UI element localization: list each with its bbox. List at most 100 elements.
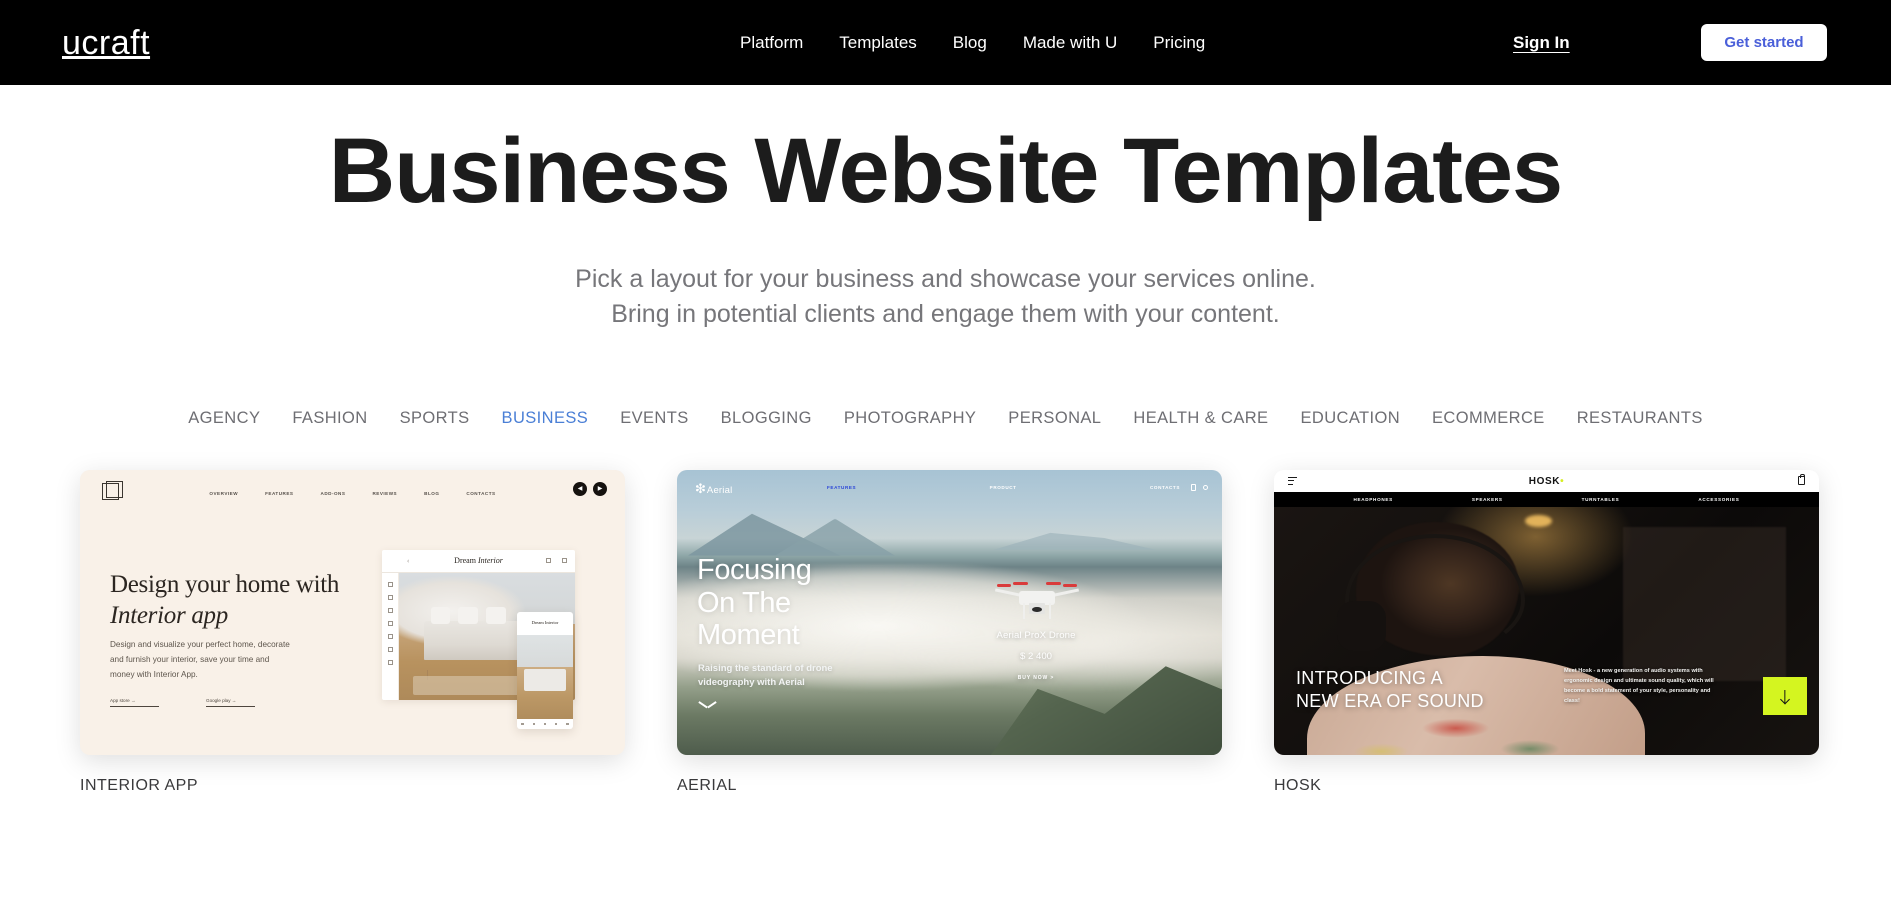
preview-headline-line-1: Design your home with bbox=[110, 571, 340, 599]
arrow-down-icon bbox=[1781, 690, 1790, 703]
pillow-1 bbox=[430, 606, 451, 624]
ucraft-logo[interactable]: ucraft bbox=[62, 26, 150, 60]
preview-nav: ❇ Aerial FEATURES PRODUCT CONTACTS bbox=[677, 480, 1222, 502]
template-name: HOSK bbox=[1274, 777, 1322, 795]
preview-body-text: Design and visualize your perfect home, … bbox=[110, 640, 290, 680]
preview-nav-icons bbox=[1191, 484, 1208, 492]
site-header: ucraft Platform Templates Blog Made with… bbox=[0, 0, 1891, 85]
preview-headline-line-2: Interior app bbox=[110, 601, 228, 629]
drone-propeller-4 bbox=[1046, 581, 1061, 585]
sign-in-link[interactable]: Sign In bbox=[1513, 33, 1570, 53]
interior-app-preview: OVERVIEW FEATURES ADD-ONS REVIEWS BLOG C… bbox=[80, 470, 625, 756]
nav-item-blog[interactable]: Blog bbox=[953, 33, 987, 53]
category-ecommerce[interactable]: ECOMMERCE bbox=[1432, 409, 1545, 428]
hosk-logo-dot: • bbox=[1560, 475, 1565, 487]
tab-icon-2 bbox=[532, 722, 536, 726]
preview-nav-accessories: ACCESSORIES bbox=[1698, 497, 1740, 503]
category-agency[interactable]: AGENCY bbox=[188, 409, 260, 428]
drone-leg-2 bbox=[1048, 602, 1052, 620]
category-education[interactable]: EDUCATION bbox=[1300, 409, 1400, 428]
preview-nav-speakers: SPEAKERS bbox=[1471, 497, 1503, 503]
aerial-preview: ❇ Aerial FEATURES PRODUCT CONTACTS Focus… bbox=[677, 470, 1222, 756]
category-events[interactable]: EVENTS bbox=[620, 409, 688, 428]
drone-propeller-3 bbox=[1013, 581, 1028, 585]
google-play-link: Google play → bbox=[206, 698, 255, 708]
preview-headline: INTRODUCING A NEW ERA OF SOUND bbox=[1296, 667, 1484, 712]
sidebar-icon-1 bbox=[387, 582, 393, 588]
preview-nav-turntables: TURNTABLES bbox=[1581, 497, 1620, 503]
play-icon: ▶ bbox=[593, 482, 607, 497]
preview-nav-blog: BLOG bbox=[424, 490, 440, 496]
get-started-button[interactable]: Get started bbox=[1701, 24, 1827, 61]
preview-nav: OVERVIEW FEATURES ADD-ONS REVIEWS BLOG C… bbox=[80, 481, 625, 504]
category-sports[interactable]: SPORTS bbox=[400, 409, 470, 428]
mountain-shape-3 bbox=[993, 532, 1157, 550]
sidebar-icon-2 bbox=[387, 595, 393, 601]
phone-room-photo bbox=[517, 635, 573, 720]
chevron-left-icon: ‹ bbox=[407, 557, 410, 566]
template-thumbnail[interactable]: HOSK• HEADPHONES SPEAKERS TURNTABLES ACC… bbox=[1274, 470, 1819, 756]
preview-nav-items: HEADPHONES SPEAKERS TURNTABLES ACCESSORI… bbox=[1274, 492, 1819, 508]
drone-illustration bbox=[994, 578, 1080, 620]
category-business[interactable]: BUSINESS bbox=[502, 409, 589, 428]
phone-sofa-shape bbox=[523, 668, 567, 691]
preview-body-text: Meet Hosk - a new generation of audio sy… bbox=[1564, 668, 1714, 705]
lamp-glow bbox=[1524, 514, 1552, 528]
pillow-3 bbox=[486, 606, 507, 624]
tab-icon-3 bbox=[543, 722, 547, 726]
drone-propeller-1 bbox=[996, 584, 1011, 588]
tab-icon-1 bbox=[521, 722, 524, 726]
category-photography[interactable]: PHOTOGRAPHY bbox=[844, 409, 976, 428]
main-navigation: Platform Templates Blog Made with U Pric… bbox=[740, 33, 1205, 53]
category-fashion[interactable]: FASHION bbox=[292, 409, 367, 428]
hero-subtitle: Pick a layout for your business and show… bbox=[0, 262, 1891, 331]
drone-propeller-2 bbox=[1063, 584, 1078, 588]
preview-headline-line-1: INTRODUCING A bbox=[1296, 668, 1443, 689]
previous-icon: ◀ bbox=[573, 482, 587, 497]
pillow-2 bbox=[458, 606, 479, 624]
sidebar-icon-3 bbox=[387, 608, 393, 614]
drone-camera bbox=[1029, 603, 1045, 615]
preview-nav-contacts: CONTACTS bbox=[1150, 485, 1180, 491]
lock-icon bbox=[1191, 484, 1196, 492]
preview-nav-headphones: HEADPHONES bbox=[1353, 497, 1393, 503]
preview-store-links: App store → Google play → bbox=[110, 698, 255, 708]
preview-nav-contacts: CONTACTS bbox=[466, 490, 496, 496]
product-name: Aerial ProX Drone bbox=[996, 630, 1076, 642]
template-card-interior-app[interactable]: OVERVIEW FEATURES ADD-ONS REVIEWS BLOG C… bbox=[80, 470, 625, 795]
page-title: Business Website Templates bbox=[328, 120, 1563, 222]
nav-item-pricing[interactable]: Pricing bbox=[1153, 33, 1205, 53]
buy-now-button: BUY NOW > bbox=[1017, 675, 1055, 682]
earcup-shape bbox=[1336, 601, 1386, 652]
nav-item-made-with-u[interactable]: Made with U bbox=[1023, 33, 1117, 53]
template-card-aerial[interactable]: ❇ Aerial FEATURES PRODUCT CONTACTS Focus… bbox=[677, 470, 1222, 795]
hero-section: Business Website Templates Pick a layout… bbox=[0, 85, 1891, 331]
template-card-hosk[interactable]: HOSK • HEADPHONES SPEAKERS TURNTABLES ACC… bbox=[1274, 470, 1819, 795]
browser-title: Dream Interior bbox=[454, 556, 503, 565]
tab-icon-5 bbox=[566, 722, 569, 726]
template-grid: OVERVIEW FEATURES ADD-ONS REVIEWS BLOG C… bbox=[0, 470, 1891, 795]
hosk-hero-photo: INTRODUCING A NEW ERA OF SOUND Meet Hosk… bbox=[1274, 507, 1819, 756]
template-thumbnail[interactable]: ❇ Aerial FEATURES PRODUCT CONTACTS Focus… bbox=[677, 470, 1222, 756]
template-thumbnail[interactable]: OVERVIEW FEATURES ADD-ONS REVIEWS BLOG C… bbox=[80, 470, 625, 756]
hero-subtitle-line-2: Bring in potential clients and engage th… bbox=[611, 299, 1280, 328]
hero-subtitle-line-1: Pick a layout for your business and show… bbox=[575, 265, 1316, 294]
preview-nav-product: PRODUCT bbox=[989, 485, 1017, 491]
phone-title: Dream Interior bbox=[531, 620, 559, 626]
category-personal[interactable]: PERSONAL bbox=[1008, 409, 1101, 428]
preview-headline-line-1: Focusing bbox=[697, 554, 812, 587]
user-icon bbox=[1203, 485, 1208, 491]
preview-media-controls: ◀ ▶ bbox=[573, 482, 607, 497]
grid-icon bbox=[562, 558, 567, 564]
nav-item-templates[interactable]: Templates bbox=[839, 33, 916, 53]
bird-icon: ❇ bbox=[695, 481, 706, 497]
preview-nav-features: FEATURES bbox=[827, 485, 857, 491]
preview-headline-line-2: On The bbox=[697, 586, 791, 619]
nav-item-platform[interactable]: Platform bbox=[740, 33, 803, 53]
product-block: Aerial ProX Drone $ 2 400 BUY NOW > bbox=[977, 630, 1095, 681]
template-name: INTERIOR APP bbox=[80, 777, 199, 795]
category-restaurants[interactable]: RESTAURANTS bbox=[1577, 409, 1703, 428]
app-store-link: App store → bbox=[110, 698, 159, 708]
category-blogging[interactable]: BLOGGING bbox=[721, 409, 812, 428]
category-health-and-care[interactable]: HEALTH & CARE bbox=[1133, 409, 1268, 428]
